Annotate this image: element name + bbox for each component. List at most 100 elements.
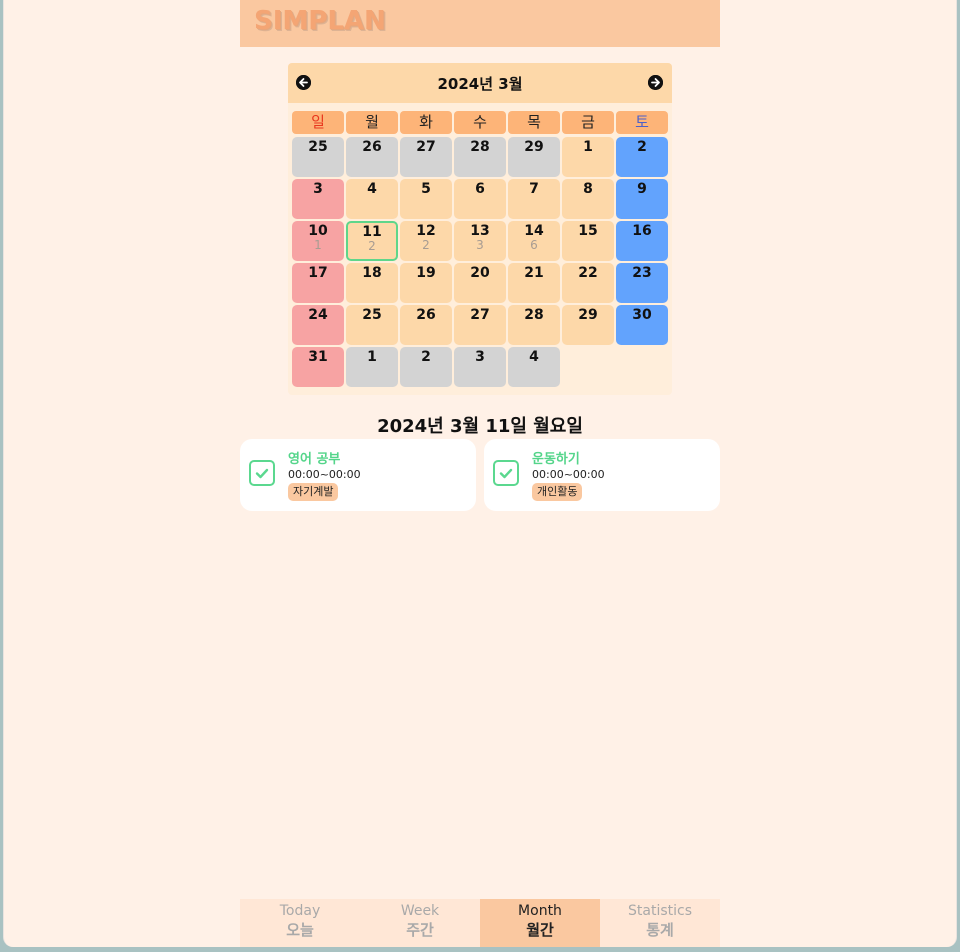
day-number: 28 xyxy=(524,307,544,323)
weekday-header: 월 xyxy=(346,111,398,134)
calendar-header: 2024년 3월 xyxy=(288,63,672,103)
calendar-day[interactable]: 4 xyxy=(346,179,398,219)
weekday-header: 금 xyxy=(562,111,614,134)
tab-label-en: Today xyxy=(279,903,321,919)
tab-label-ko: 월간 xyxy=(526,921,554,939)
day-number: 25 xyxy=(308,139,328,155)
calendar-day[interactable]: 31 xyxy=(292,347,344,387)
day-task-count: 3 xyxy=(476,238,484,252)
app-container: SIMPLAN 2024년 3월 일월화수목금토 25 26 27 28 29 1 2 3 4 5… xyxy=(240,0,720,952)
calendar-day[interactable]: 12 2 xyxy=(400,221,452,261)
weekday-header: 수 xyxy=(454,111,506,134)
day-number: 23 xyxy=(632,265,652,281)
day-number: 15 xyxy=(578,223,598,239)
calendar-day[interactable]: 6 xyxy=(454,179,506,219)
task-time: 00:00~00:00 xyxy=(532,468,605,481)
calendar-day[interactable]: 19 xyxy=(400,263,452,303)
calendar-title: 2024년 3월 xyxy=(437,75,523,93)
tab-label-en: Statistics xyxy=(628,903,692,919)
calendar-day[interactable]: 20 xyxy=(454,263,506,303)
calendar-day[interactable]: 25 xyxy=(346,305,398,345)
calendar-day[interactable]: 27 xyxy=(454,305,506,345)
calendar-day[interactable]: 5 xyxy=(400,179,452,219)
day-number: 29 xyxy=(578,307,598,323)
day-number: 10 xyxy=(308,223,328,239)
day-number: 9 xyxy=(637,181,647,197)
task-card[interactable]: 영어 공부 00:00~00:00 자기계발 xyxy=(240,439,476,511)
day-number: 6 xyxy=(475,181,485,197)
day-number: 14 xyxy=(524,223,544,239)
calendar-day-selected[interactable]: 11 2 xyxy=(346,221,398,261)
month-calendar: 2024년 3월 일월화수목금토 25 26 27 28 29 1 2 3 4 5 6 7 8 9 10 1 1… xyxy=(288,63,672,395)
calendar-day[interactable]: 21 xyxy=(508,263,560,303)
day-task-count: 6 xyxy=(530,238,538,252)
day-number: 2 xyxy=(421,349,431,365)
calendar-day[interactable]: 14 6 xyxy=(508,221,560,261)
calendar-day[interactable]: 28 xyxy=(454,137,506,177)
calendar-day[interactable]: 9 xyxy=(616,179,668,219)
tab-label-ko: 주간 xyxy=(406,921,434,939)
calendar-day[interactable]: 28 xyxy=(508,305,560,345)
tab-month[interactable]: Month 월간 xyxy=(480,899,600,947)
calendar-day[interactable]: 7 xyxy=(508,179,560,219)
calendar-day[interactable]: 16 xyxy=(616,221,668,261)
task-title: 운동하기 xyxy=(532,452,580,467)
calendar-day[interactable]: 22 xyxy=(562,263,614,303)
calendar-day[interactable]: 29 xyxy=(508,137,560,177)
calendar-day[interactable]: 26 xyxy=(400,305,452,345)
calendar-day[interactable]: 3 xyxy=(292,179,344,219)
weekday-header: 화 xyxy=(400,111,452,134)
day-number: 26 xyxy=(416,307,436,323)
calendar-day[interactable]: 4 xyxy=(508,347,560,387)
weekday-header: 토 xyxy=(616,111,668,134)
day-number: 24 xyxy=(308,307,328,323)
day-number: 18 xyxy=(362,265,382,281)
next-month-button[interactable] xyxy=(648,75,663,90)
app-logo[interactable]: SIMPLAN xyxy=(254,6,386,36)
calendar-day[interactable]: 8 xyxy=(562,179,614,219)
calendar-day[interactable]: 30 xyxy=(616,305,668,345)
calendar-day[interactable]: 13 3 xyxy=(454,221,506,261)
day-number: 2 xyxy=(637,139,647,155)
weekday-header: 일 xyxy=(292,111,344,134)
calendar-day[interactable]: 24 xyxy=(292,305,344,345)
task-checkbox[interactable] xyxy=(249,460,275,486)
calendar-day[interactable]: 18 xyxy=(346,263,398,303)
calendar-day[interactable]: 1 xyxy=(562,137,614,177)
day-number: 17 xyxy=(308,265,328,281)
task-time: 00:00~00:00 xyxy=(288,468,361,481)
calendar-day[interactable]: 10 1 xyxy=(292,221,344,261)
task-checkbox[interactable] xyxy=(493,460,519,486)
calendar-day[interactable]: 26 xyxy=(346,137,398,177)
day-number: 11 xyxy=(362,224,382,240)
day-number: 4 xyxy=(367,181,377,197)
day-task-count: 1 xyxy=(314,238,322,252)
day-number: 29 xyxy=(524,139,544,155)
calendar-day[interactable]: 17 xyxy=(292,263,344,303)
calendar-day[interactable]: 3 xyxy=(454,347,506,387)
day-number: 26 xyxy=(362,139,382,155)
tab-statistics[interactable]: Statistics 통계 xyxy=(600,899,720,947)
calendar-day[interactable]: 25 xyxy=(292,137,344,177)
tab-label-ko: 오늘 xyxy=(286,921,314,939)
day-number: 19 xyxy=(416,265,436,281)
day-number: 1 xyxy=(367,349,377,365)
selected-date-heading: 2024년 3월 11일 월요일 xyxy=(377,416,583,437)
calendar-day[interactable]: 2 xyxy=(616,137,668,177)
calendar-day[interactable]: 27 xyxy=(400,137,452,177)
header: SIMPLAN xyxy=(240,0,720,47)
calendar-day[interactable]: 29 xyxy=(562,305,614,345)
calendar-day[interactable]: 1 xyxy=(346,347,398,387)
calendar-day[interactable]: 15 xyxy=(562,221,614,261)
day-number: 30 xyxy=(632,307,652,323)
logo-text: SIMPLAN xyxy=(254,6,386,36)
day-task-count: 2 xyxy=(368,239,376,253)
tab-today[interactable]: Today 오늘 xyxy=(240,899,360,947)
day-number: 3 xyxy=(475,349,485,365)
bottom-navigation: Today 오늘 Week 주간 Month 월간 Statistics 통계 xyxy=(240,899,720,947)
task-card[interactable]: 운동하기 00:00~00:00 개인활동 xyxy=(484,439,720,511)
tab-week[interactable]: Week 주간 xyxy=(360,899,480,947)
calendar-day[interactable]: 2 xyxy=(400,347,452,387)
calendar-day[interactable]: 23 xyxy=(616,263,668,303)
tab-label-ko: 통계 xyxy=(646,921,674,939)
